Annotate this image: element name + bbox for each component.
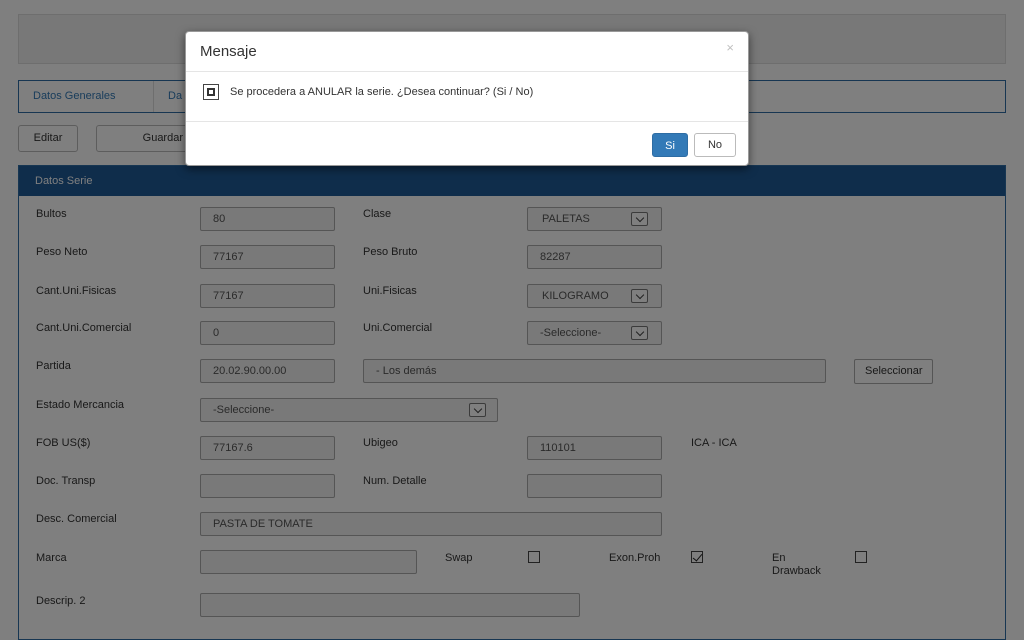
dialog-header: Mensaje ×	[186, 32, 748, 72]
dialog-message: Se procedera a ANULAR la serie. ¿Desea c…	[230, 86, 534, 98]
yes-button[interactable]: Si	[652, 133, 688, 157]
dialog-body: Se procedera a ANULAR la serie. ¿Desea c…	[186, 72, 748, 122]
dialog-footer: Si No	[186, 122, 748, 165]
no-button[interactable]: No	[694, 133, 736, 157]
warning-message-icon	[203, 84, 219, 100]
dialog-title: Mensaje	[200, 43, 257, 60]
message-dialog: Mensaje × Se procedera a ANULAR la serie…	[185, 31, 749, 166]
close-icon[interactable]: ×	[726, 40, 734, 55]
